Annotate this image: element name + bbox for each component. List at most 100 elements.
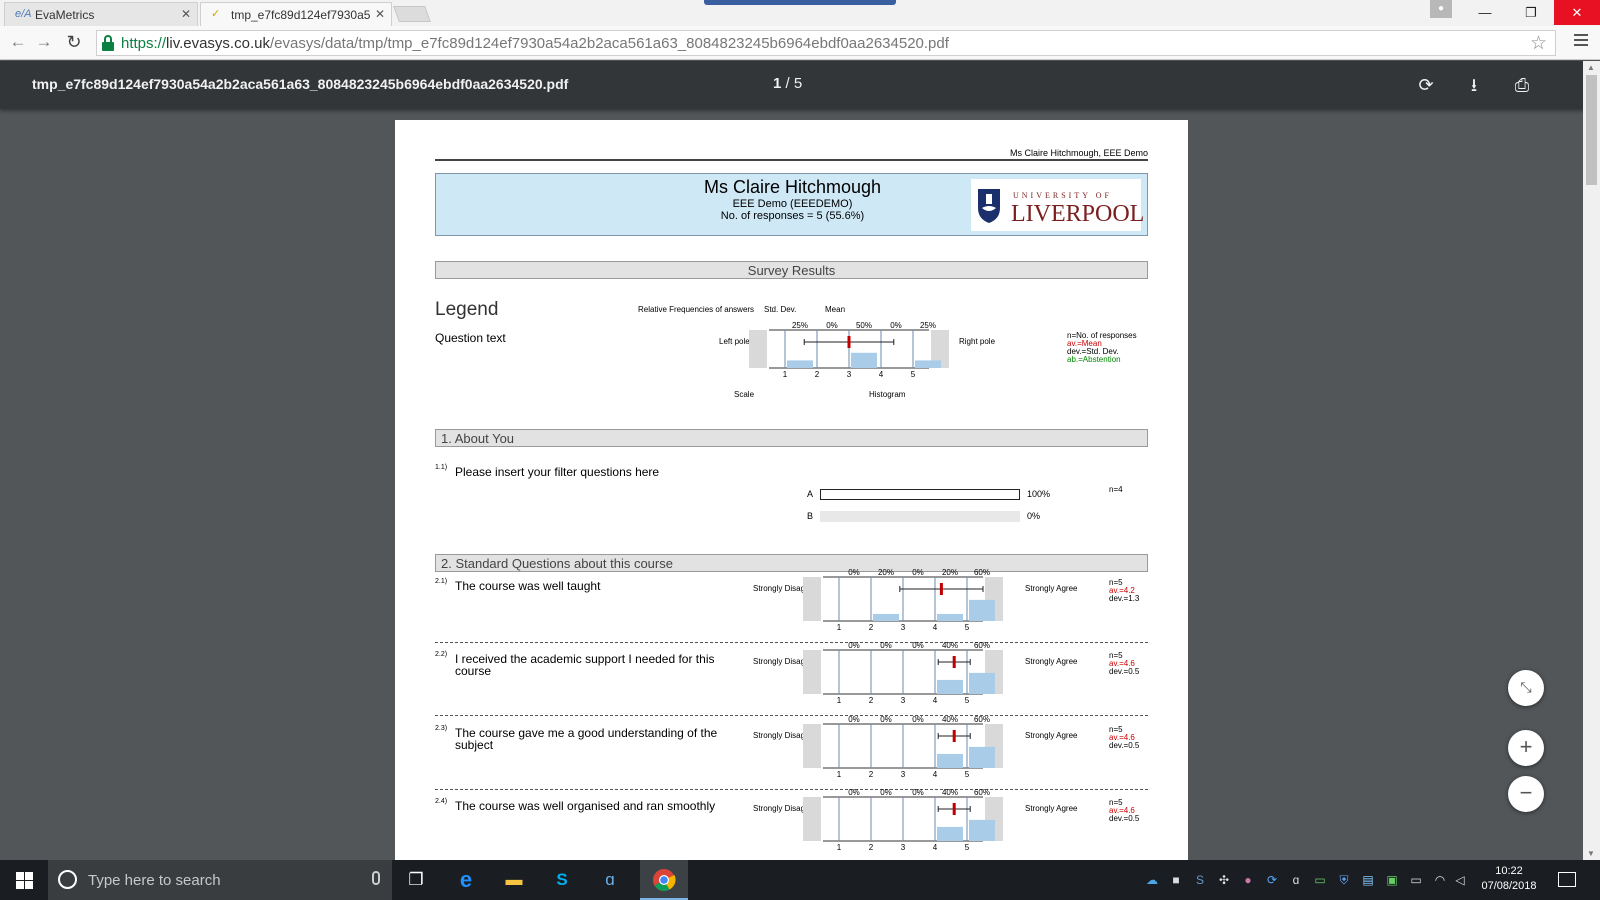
clock-time: 10:22 [1495,865,1523,877]
histogram-bar [969,819,995,841]
edge-icon[interactable]: e [452,866,480,894]
histogram-bar [937,679,963,694]
task-view-icon[interactable]: ❐ [402,866,430,894]
battery-icon[interactable]: ▭ [1408,872,1424,888]
zoom-in-icon[interactable]: + [1508,730,1544,766]
pct-label: 0% [880,715,892,724]
chrome-menu-icon[interactable] [1574,34,1588,48]
right-pole-label: Strongly Agree [1025,657,1078,666]
taskbar-search[interactable]: Type here to search [48,860,392,900]
app-tray-icon[interactable]: ɑ [1288,872,1304,888]
zoom-out-icon[interactable]: − [1508,776,1544,812]
question-divider [435,789,1148,790]
sync-icon[interactable]: ⟳ [1264,872,1280,888]
scrollbar[interactable]: ▲ ▼ [1583,61,1600,860]
cortana-icon[interactable] [58,870,77,889]
legend-key: n=No. of responses av.=Mean dev.=Std. De… [1067,332,1137,364]
profile-icon[interactable]: ● [1430,0,1452,18]
question-histogram: 0%120%20%320%460%5 [803,568,1003,632]
close-tab-icon[interactable]: ✕ [375,7,385,21]
monitor-icon[interactable]: ▣ [1384,872,1400,888]
restore-icon[interactable]: ❐ [1508,0,1554,25]
action-center-icon[interactable] [1558,872,1576,887]
close-window-icon[interactable]: ✕ [1554,0,1600,25]
rotate-icon[interactable]: ⟳ [1414,73,1438,97]
pct-label: 20% [942,568,958,577]
histogram-bar [915,360,941,368]
network-share-icon[interactable]: ✣ [1216,872,1232,888]
evasys-app-icon[interactable]: ɑ [596,866,624,894]
tab-evametrics[interactable]: e/A EvaMetrics ✕ [4,2,198,26]
question-stats: n=5 av.=4.2 dev.=1.3 [1109,579,1139,603]
shield-icon[interactable]: ⛨ [1336,872,1352,888]
volume-icon[interactable]: ◁ [1452,872,1468,888]
logo-line2: LIVERPOOL [1011,201,1145,227]
pct-label: 40% [942,788,958,797]
tab-pdf[interactable]: ✓ tmp_e7fc89d124ef7930a5 ✕ [200,2,392,26]
legend-rel-freq: Relative Frequencies of answers [638,305,755,314]
pct-label: 25% [920,321,936,330]
stat-dev: dev.=0.5 [1109,667,1140,676]
pct-label: 0% [912,715,924,724]
legend-mean: Mean [825,305,846,314]
chrome-icon[interactable] [650,866,678,894]
scale-label: 5 [965,623,970,632]
minimize-icon[interactable]: — [1462,0,1508,25]
pct-label: 60% [974,788,990,797]
section-standard-questions: 2. Standard Questions about this course [435,554,1148,572]
pct-label: 25% [792,321,808,330]
print-icon[interactable]: ⎙ [1510,73,1534,97]
question-histogram: 0% 1 0% 2 0% 3 40% 4 60% 5 [803,715,1003,779]
legend-title: Legend [435,299,499,320]
question-number: 2.3) [435,725,448,732]
close-tab-icon[interactable]: ✕ [181,7,191,21]
university-logo: UNIVERSITY OF LIVERPOOL [971,179,1145,231]
legend-std-dev: Std. Dev. [764,305,797,314]
scale-label: 4 [933,623,938,632]
new-tab-button[interactable] [393,6,431,22]
search-placeholder: Type here to search [88,872,221,889]
pct-label: 60% [974,715,990,724]
scroll-down-icon[interactable]: ▼ [1587,849,1595,858]
tab-strip: e/A EvaMetrics ✕ ✓ tmp_e7fc89d124ef7930a… [0,0,1600,26]
scale-label: 2 [869,843,874,852]
download-icon[interactable]: ⭳ [1462,73,1486,97]
pct-label: 20% [878,568,894,577]
section-about-you: 1. About You [435,429,1148,447]
windows-start-icon[interactable] [0,860,48,900]
scale-label: 1 [783,370,788,379]
system-clock[interactable]: 10:22 07/08/2018 [1474,864,1544,894]
user-tray-icon[interactable]: ● [1240,872,1256,888]
skype-tray-icon[interactable]: S [1192,872,1208,888]
url-input[interactable]: https://liv.evasys.co.uk/evasys/data/tmp… [96,30,1556,56]
scrollbar-thumb[interactable] [1586,75,1597,185]
camera-icon[interactable]: ■ [1168,872,1184,888]
option-a-bar [820,489,1020,500]
reload-icon[interactable]: ↻ [64,32,84,52]
legend-right-pole: Right pole [959,337,996,346]
wifi-icon[interactable]: ◠ [1432,872,1448,888]
scale-label: 5 [965,696,970,705]
fit-page-icon[interactable]: ⤡ [1508,670,1544,706]
scale-label: 2 [869,696,874,705]
histogram-bar [851,352,877,368]
scale-label: 3 [901,843,906,852]
current-page[interactable]: 1 [773,75,781,92]
scale-label: 5 [965,843,970,852]
skype-icon[interactable]: S [548,866,576,894]
scale-label: 3 [901,770,906,779]
battery-app-icon[interactable]: ▭ [1312,872,1328,888]
lock-icon [101,35,115,51]
display-icon[interactable]: ▤ [1360,872,1376,888]
scale-label: 5 [965,770,970,779]
question-divider [435,715,1148,716]
onedrive-icon[interactable]: ☁ [1144,872,1160,888]
microphone-icon[interactable] [372,871,380,885]
bookmark-star-icon[interactable]: ☆ [1530,32,1547,55]
back-icon[interactable]: ← [8,32,28,52]
forward-icon[interactable]: → [34,32,54,52]
scroll-up-icon[interactable]: ▲ [1587,63,1595,72]
file-explorer-icon[interactable]: ▬ [500,866,528,894]
legend-question-text: Question text [435,331,506,345]
checkmark-icon: ✓ [211,8,221,20]
